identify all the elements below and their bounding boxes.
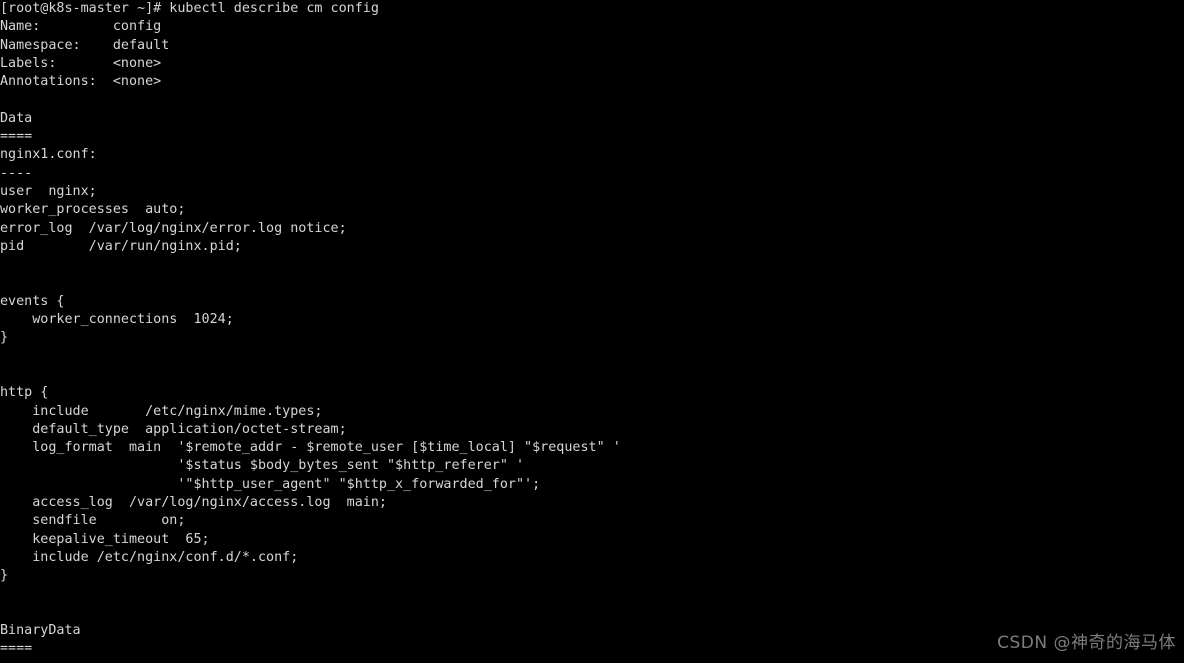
terminal-line: ==== — [0, 129, 33, 145]
terminal-line: } — [0, 568, 9, 584]
terminal-prompt-line: [root@k8s-master ~]# kubectl describe cm… — [0, 1, 379, 16]
terminal-window[interactable]: [root@k8s-master ~]# kubectl describe cm… — [0, 0, 1184, 663]
terminal-line: Annotations: <none> — [0, 74, 162, 90]
terminal-line: error_log /var/log/nginx/error.log notic… — [0, 220, 347, 236]
terminal-line: default_type application/octet-stream; — [0, 421, 347, 437]
terminal-line: user nginx; — [0, 183, 97, 199]
terminal-line: include /etc/nginx/conf.d/*.conf; — [0, 549, 299, 565]
terminal-line: ---- — [0, 165, 33, 181]
csdn-watermark: CSDN @神奇的海马体 — [997, 633, 1176, 653]
terminal-line: Namespace: default — [0, 37, 170, 53]
terminal-line: nginx1.conf: — [0, 147, 97, 163]
terminal-line: log_format main '$remote_addr - $remote_… — [0, 440, 621, 456]
terminal-line: http { — [0, 385, 49, 401]
terminal-line: access_log /var/log/nginx/access.log mai… — [0, 495, 387, 511]
terminal-line: Name: config — [0, 19, 162, 35]
terminal-line: BinaryData — [0, 623, 81, 639]
terminal-line: } — [0, 330, 9, 346]
terminal-line: sendfile on; — [0, 513, 186, 529]
terminal-output[interactable]: [root@k8s-master ~]# kubectl describe cm… — [0, 0, 621, 659]
terminal-line: worker_connections 1024; — [0, 312, 234, 328]
terminal-line: '$status $body_bytes_sent "$http_referer… — [0, 458, 525, 474]
terminal-line: Data — [0, 110, 33, 126]
terminal-line: ==== — [0, 641, 33, 657]
terminal-line: keepalive_timeout 65; — [0, 531, 210, 547]
terminal-line: include /etc/nginx/mime.types; — [0, 403, 323, 419]
terminal-line: pid /var/run/nginx.pid; — [0, 238, 242, 254]
terminal-line: Labels: <none> — [0, 55, 162, 71]
terminal-line: worker_processes auto; — [0, 202, 186, 218]
terminal-line: events { — [0, 293, 65, 309]
terminal-line: '"$http_user_agent" "$http_x_forwarded_f… — [0, 476, 541, 492]
